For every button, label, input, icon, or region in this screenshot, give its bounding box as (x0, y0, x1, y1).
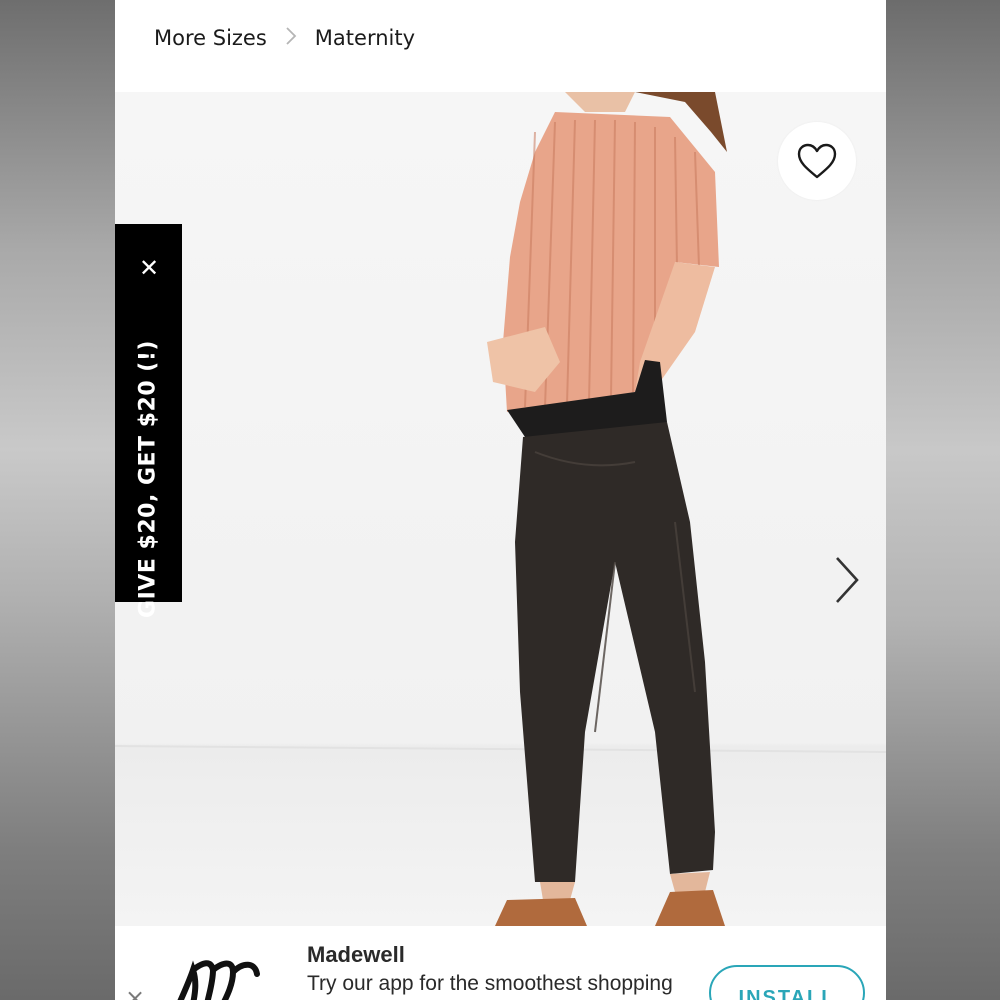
app-name: Madewell (307, 942, 405, 967)
breadcrumb: More Sizes Maternity (154, 22, 415, 54)
next-image-button[interactable] (827, 552, 867, 608)
mobile-screen: More Sizes Maternity ✕ GIVE $20, GET $20… (115, 0, 886, 1000)
left-shoe (495, 898, 587, 926)
app-install-banner: × Madewell Try our app for the smoothest… (115, 926, 886, 1000)
app-tagline: Try our app for the smoothest shopping (307, 972, 673, 995)
breadcrumb-more-sizes[interactable]: More Sizes (154, 26, 267, 50)
right-shoe (655, 890, 725, 926)
product-image-carousel[interactable] (115, 92, 886, 926)
breadcrumb-maternity[interactable]: Maternity (315, 26, 415, 50)
chevron-right-icon (285, 26, 297, 51)
product-photo (115, 92, 886, 926)
install-button[interactable]: INSTALL (709, 965, 865, 1000)
referral-promo-tab[interactable]: ✕ GIVE $20, GET $20 (!) (115, 224, 182, 618)
left-background-edge (0, 0, 115, 1000)
favorite-button[interactable] (778, 122, 856, 200)
jeans (515, 422, 715, 882)
close-icon[interactable]: × (125, 986, 145, 1000)
close-icon[interactable]: ✕ (135, 254, 163, 282)
madewell-logo (177, 960, 260, 1000)
chevron-right-icon (836, 557, 859, 603)
right-background-edge (886, 0, 1000, 1000)
heart-outline-icon (797, 143, 837, 179)
promo-text[interactable]: GIVE $20, GET $20 (!) (136, 340, 161, 618)
